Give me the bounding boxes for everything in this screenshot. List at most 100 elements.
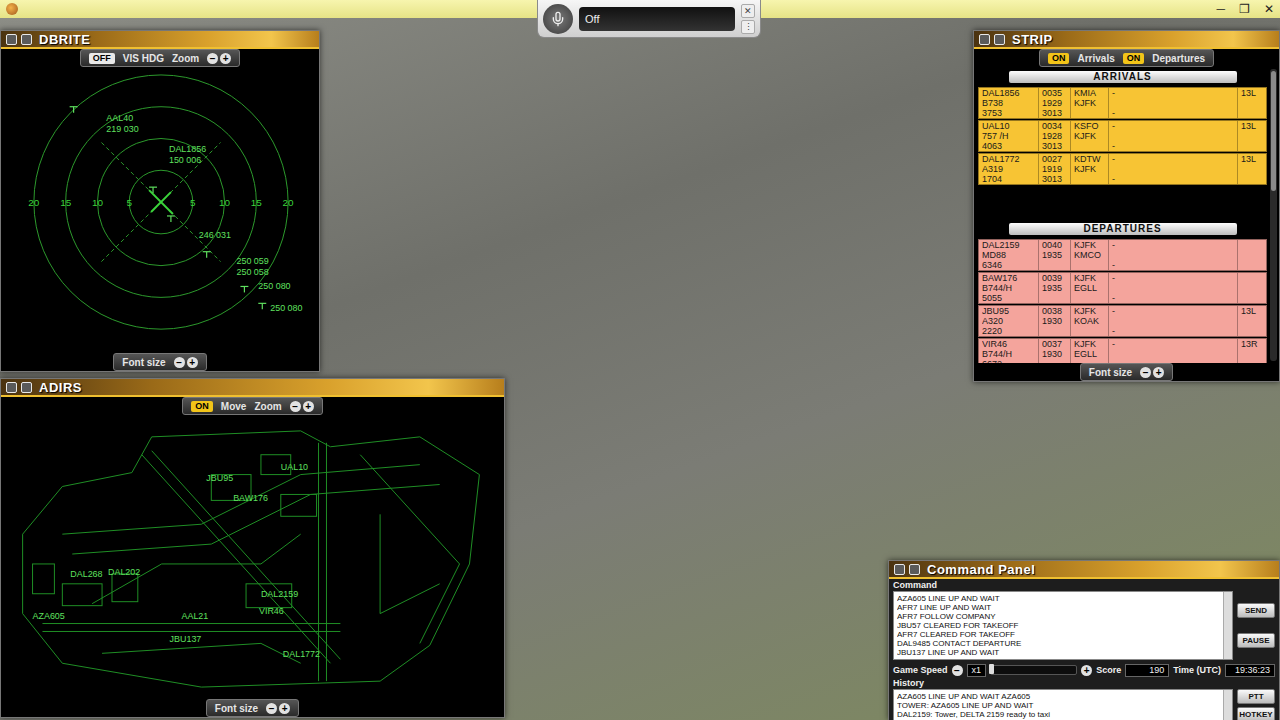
dbrite-panel[interactable]: DBRITEOFFVIS HDGZoom−+20151055101520AAL4… [0,30,320,372]
aircraft-label[interactable]: UAL10 [281,462,308,472]
command-panel-header[interactable]: Command Panel [889,561,1279,579]
airport-view[interactable]: DBRITEOFFVIS HDGZoom−+20151055101520AAL4… [0,18,1280,720]
voice-control-button[interactable]: ✕ [741,4,755,18]
speed-plus-button[interactable]: + [1081,665,1092,676]
aircraft-label[interactable]: DAL268 [70,569,102,579]
mic-button[interactable] [543,4,573,34]
command-label: Command [893,580,1275,591]
strip-notes: -- [1109,273,1238,303]
zoom-minus-button[interactable]: − [290,401,301,412]
flight-strip[interactable]: UAL10757 /H4063003419283013KSFOKJFK--13L [978,120,1267,152]
font-size-label: Font size [122,357,165,368]
strip-toolbar: ONArrivalsONDepartures [974,49,1279,67]
strip-filters: ONArrivalsONDepartures [1039,49,1214,67]
speed-minus-button[interactable]: − [952,665,963,676]
font-size-plus-button[interactable]: + [187,357,198,368]
flight-strip[interactable]: BAW176B744/H505500391935KJFKEGLL-- [978,272,1267,304]
filter-toggle[interactable]: ON [1048,53,1070,64]
radar-target[interactable]: AAL40219 030 [70,107,139,134]
strip-scrollbar[interactable] [1270,69,1277,361]
scroll-thumb[interactable] [1271,71,1276,191]
adirs-panel[interactable]: ADIRSONMoveZoom−+JBU95UAL10BAW176DAL268D… [0,378,505,718]
command-scrollbar[interactable] [1223,592,1232,659]
history-row: AZA605 LINE UP AND WAIT AZA605TOWER: AZA… [893,689,1275,720]
dbrite-toggle[interactable]: OFF [89,53,115,64]
strip-header[interactable]: STRIP [974,31,1279,49]
dock-icon[interactable] [994,34,1005,45]
font-size-minus-button[interactable]: − [1140,367,1151,378]
zoom-plus-button[interactable]: + [220,53,231,64]
flight-strip[interactable]: JBU95A320222000381930KJFKKOAK--13L [978,305,1267,337]
window-button[interactable]: ✕ [1264,0,1274,18]
window-button[interactable]: ❐ [1239,0,1250,18]
aircraft-label[interactable]: AAL21 [182,611,209,621]
aircraft-label[interactable]: JBU95 [206,473,233,483]
strip-runway [1238,273,1266,303]
command-panel[interactable]: Command PanelCommandAZA605 LINE UP AND W… [888,560,1280,720]
slider-knob[interactable] [989,664,994,674]
adirs-toggle[interactable]: ON [191,401,213,412]
history-log: AZA605 LINE UP AND WAIT AZA605TOWER: AZA… [893,689,1233,720]
radar-scope[interactable]: 20151055101520AAL40219 030DAL1856150 006… [1,67,319,353]
strip-panel[interactable]: STRIPONArrivalsONDeparturesARRIVALSDAL18… [973,30,1280,382]
font-size-label: Font size [1089,367,1132,378]
command-input[interactable]: AZA605 LINE UP AND WAITAFR7 LINE UP AND … [893,591,1233,660]
font-size-minus-button[interactable]: − [266,703,277,714]
dock-icon[interactable] [21,382,32,393]
vis-hdg-button[interactable]: VIS HDG [123,53,164,64]
dbrite-header[interactable]: DBRITE [1,31,319,49]
filter-toggle[interactable]: ON [1123,53,1145,64]
pin-icon[interactable] [6,382,17,393]
flight-strip[interactable]: DAL1856B7383753003519293013KMIAKJFK--13L [978,87,1267,119]
ground-map[interactable]: JBU95 UAL10 BAW176 DAL268 DAL202 DAL2159 AZA60… [1,415,504,699]
section-title: DEPARTURES [1009,223,1237,235]
flight-strip[interactable]: VIR46B744/H667200371930KJFKEGLL--13R [978,338,1267,363]
command-button[interactable]: SEND [1237,603,1275,618]
command-buttons: SEND PAUSE [1237,591,1275,660]
zoom-minus-button[interactable]: − [207,53,218,64]
voice-control-button[interactable]: ⋮ [741,20,755,34]
range-label: 5 [126,197,132,208]
dock-icon[interactable] [21,34,32,45]
aircraft-label[interactable]: DAL1772 [283,649,320,659]
history-button[interactable]: HOTKEY [1237,707,1275,720]
speed-slider[interactable] [990,665,1077,675]
strip-route: KMIAKJFK [1071,88,1109,118]
zoom-plus-button[interactable]: + [303,401,314,412]
aircraft-label[interactable]: DAL2159 [261,589,298,599]
font-size-plus-button[interactable]: + [279,703,290,714]
aircraft-label[interactable]: JBU137 [170,634,202,644]
dock-icon[interactable] [909,564,920,575]
pin-icon[interactable] [6,34,17,45]
move-button[interactable]: Move [221,401,247,412]
radar-target[interactable]: 250 059250 058 [203,252,269,277]
window-button[interactable]: ─ [1216,0,1225,18]
zoom-label: Zoom [172,53,199,64]
radar-target[interactable]: 250 080 [240,281,290,292]
zoom-label: Zoom [254,401,281,412]
radar-target[interactable]: 246 031 [167,216,231,240]
pin-icon[interactable] [979,34,990,45]
aircraft-label[interactable]: DAL202 [108,567,140,577]
strip-title: STRIP [1012,32,1053,47]
font-size-plus-button[interactable]: + [1153,367,1164,378]
strip-route: KSFOKJFK [1071,121,1109,151]
strip-ident: VIR46B744/H6672 [979,339,1039,363]
aircraft-label[interactable]: VIR46 [259,606,284,616]
history-line: DAL2159: Tower, DELTA 2159 ready to taxi [897,710,1220,719]
command-button[interactable]: PAUSE [1237,633,1275,648]
aircraft-label[interactable]: BAW176 [233,493,268,503]
flight-strip[interactable]: DAL1772A3191704002719193013KDTWKJFK--13L [978,153,1267,185]
adirs-header[interactable]: ADIRS [1,379,504,397]
history-button[interactable]: PTT [1237,689,1275,704]
font-size-minus-button[interactable]: − [174,357,185,368]
adirs-title: ADIRS [39,380,82,395]
radar-target[interactable]: 250 080 [258,303,302,313]
strip-times: 003419283013 [1039,121,1071,151]
radar-target[interactable]: DAL1856150 006 [149,144,206,193]
flight-strip[interactable]: DAL2159MD88634600401935KJFKKMCO-- [978,239,1267,271]
strip-ident: BAW176B744/H5055 [979,273,1039,303]
pin-icon[interactable] [894,564,905,575]
aircraft-label[interactable]: AZA605 [33,611,65,621]
history-scrollbar[interactable] [1223,690,1232,720]
